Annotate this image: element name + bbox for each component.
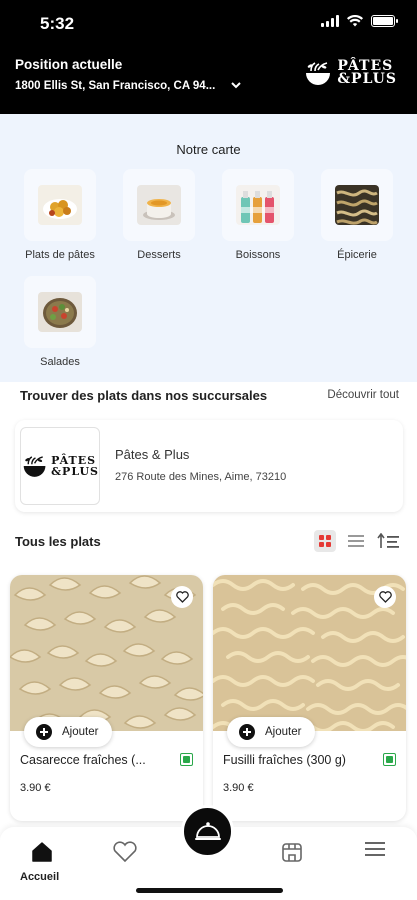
grid-icon xyxy=(319,535,331,547)
category-label: Épicerie xyxy=(337,249,377,261)
branches-title: Trouver des plats dans nos succursales xyxy=(20,388,268,403)
veg-icon xyxy=(383,753,396,766)
branch-card[interactable]: PÂTES &PLUS Pâtes & Plus 276 Route des M… xyxy=(15,420,403,512)
product-price: 3.90 € xyxy=(20,782,51,794)
brand-text: PÂTES &PLUS xyxy=(337,58,397,87)
plus-icon xyxy=(36,724,52,740)
nav-home-label: Accueil xyxy=(20,871,60,883)
order-button[interactable] xyxy=(181,805,234,858)
category-label: Desserts xyxy=(137,249,181,261)
category-pasta-dishes[interactable]: Plats de pâtes xyxy=(15,169,105,261)
grocery-image xyxy=(335,185,379,225)
plus-icon xyxy=(239,724,255,740)
signal-icon xyxy=(321,15,339,27)
add-to-cart-button[interactable]: Ajouter xyxy=(227,717,316,747)
status-icons xyxy=(321,15,398,27)
menu-section: Notre carte Plats de pâtes Desserts Bois… xyxy=(0,114,417,382)
nav-stores[interactable] xyxy=(272,841,312,867)
branch-logo: PÂTES &PLUS xyxy=(20,427,100,505)
product-price: 3.90 € xyxy=(223,782,254,794)
branch-address: 276 Route des Mines, Aime, 73210 xyxy=(115,471,287,483)
category-label: Salades xyxy=(40,356,80,368)
wifi-icon xyxy=(347,15,363,27)
location-title: Position actuelle xyxy=(15,57,123,72)
bowl-icon xyxy=(306,62,331,85)
category-salads[interactable]: Salades xyxy=(15,276,105,368)
product-card[interactable]: Ajouter Fusilli fraîches (300 g) 3.90 € xyxy=(213,575,406,821)
status-time: 5:32 xyxy=(40,14,75,33)
app-header: 5:32 Position actuelle 1800 Ellis St, Sa… xyxy=(0,0,417,114)
pasta-dish-image xyxy=(38,185,82,225)
veg-icon xyxy=(180,753,193,766)
battery-icon xyxy=(371,15,398,27)
category-thumb xyxy=(222,169,294,241)
list-icon xyxy=(348,535,364,547)
heart-icon xyxy=(378,591,392,603)
grid-view-button[interactable] xyxy=(314,530,336,552)
dessert-image xyxy=(137,185,181,225)
location-address[interactable]: 1800 Ellis St, San Francisco, CA 94... xyxy=(15,80,215,92)
all-dishes-title: Tous les plats xyxy=(15,534,101,549)
favorite-button[interactable] xyxy=(374,586,396,608)
product-name: Fusilli fraîches (300 g) xyxy=(223,753,346,767)
home-icon xyxy=(32,842,52,862)
heart-icon xyxy=(113,841,137,863)
heart-icon xyxy=(175,591,189,603)
category-thumb xyxy=(123,169,195,241)
menu-icon xyxy=(365,842,385,856)
add-to-cart-button[interactable]: Ajouter xyxy=(24,717,113,747)
nav-menu[interactable] xyxy=(355,841,395,867)
see-all-link[interactable]: Découvrir tout xyxy=(327,389,399,401)
category-thumb xyxy=(24,276,96,348)
category-thumb xyxy=(321,169,393,241)
menu-title: Notre carte xyxy=(176,142,241,157)
bowl-icon xyxy=(23,456,46,477)
nav-home[interactable] xyxy=(22,841,62,867)
branch-name: Pâtes & Plus xyxy=(115,447,190,462)
favorite-button[interactable] xyxy=(171,586,193,608)
sort-icon xyxy=(377,533,399,548)
category-desserts[interactable]: Desserts xyxy=(114,169,204,261)
chevron-down-icon[interactable] xyxy=(231,80,241,90)
nav-favorites[interactable] xyxy=(105,841,145,867)
brand-logo: PÂTES &PLUS xyxy=(303,58,397,88)
salad-image xyxy=(38,292,82,332)
product-card[interactable]: Ajouter Casarecce fraîches (... 3.90 € xyxy=(10,575,203,821)
store-icon xyxy=(282,843,302,862)
drinks-image xyxy=(236,185,280,225)
product-name: Casarecce fraîches (... xyxy=(20,753,146,767)
brand-text: PÂTES &PLUS xyxy=(51,454,99,478)
list-view-button[interactable] xyxy=(345,530,367,552)
cloche-icon xyxy=(194,821,221,840)
add-label: Ajouter xyxy=(265,726,302,738)
add-label: Ajouter xyxy=(62,726,99,738)
category-thumb xyxy=(24,169,96,241)
category-grocery[interactable]: Épicerie xyxy=(312,169,402,261)
category-label: Boissons xyxy=(235,249,281,261)
category-label: Plats de pâtes xyxy=(25,249,95,261)
category-drinks[interactable]: Boissons xyxy=(213,169,303,261)
home-indicator xyxy=(136,888,283,893)
sort-button[interactable] xyxy=(376,530,400,552)
